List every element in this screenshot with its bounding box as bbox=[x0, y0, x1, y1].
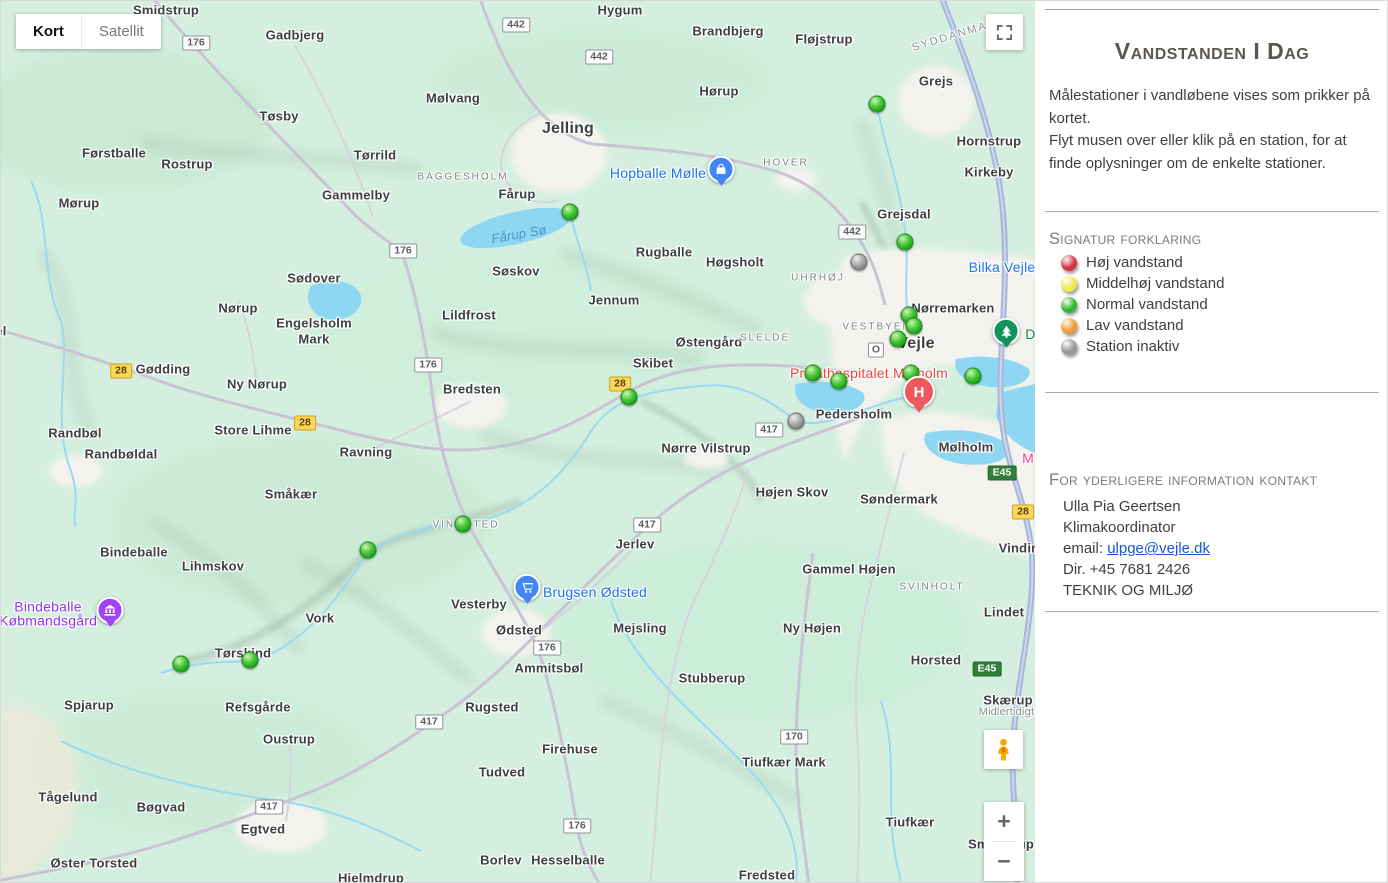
legend-list: Høj vandstand Middelhøj vandstand Normal… bbox=[1049, 255, 1375, 355]
legend-dot-icon bbox=[1061, 339, 1077, 355]
legend-item: Normal vandstand bbox=[1061, 297, 1375, 313]
legend-dot-icon bbox=[1061, 297, 1077, 313]
contact-name: Ulla Pia Geertsen bbox=[1063, 496, 1375, 517]
shopping-cart-icon bbox=[521, 581, 533, 593]
station-marker[interactable] bbox=[805, 365, 822, 382]
map-type-kort-button[interactable]: Kort bbox=[16, 14, 81, 49]
hospital-pin[interactable]: H bbox=[903, 376, 935, 408]
station-marker[interactable] bbox=[869, 96, 886, 113]
map-type-control: Kort Satellit bbox=[16, 14, 161, 49]
contact-email-link[interactable]: ulpge@vejle.dk bbox=[1107, 540, 1210, 557]
legend-item-label: Lav vandstand bbox=[1086, 318, 1184, 334]
legend-item: Høj vandstand bbox=[1061, 255, 1375, 271]
hospital-letter: H bbox=[914, 383, 925, 400]
zoom-control: + − bbox=[984, 802, 1024, 881]
bindeballe-koebmandsgaard-poi-pin[interactable] bbox=[97, 597, 124, 624]
contact-department: TEKNIK OG MILJØ bbox=[1063, 580, 1375, 601]
station-marker[interactable] bbox=[965, 368, 982, 385]
legend-item: Middelhøj vandstand bbox=[1061, 276, 1375, 292]
intro-text: Målestationer i vandløbene vises som pri… bbox=[1049, 85, 1375, 175]
contact-email-row: email: ulpge@vejle.dk bbox=[1063, 538, 1375, 559]
intro-line-2: Flyt musen over eller klik på en station… bbox=[1049, 130, 1375, 175]
legend-dot-icon bbox=[1061, 318, 1077, 334]
station-marker[interactable] bbox=[621, 389, 638, 406]
divider bbox=[1045, 611, 1379, 612]
museum-building-icon bbox=[105, 605, 116, 616]
legend-item: Station inaktiv bbox=[1061, 339, 1375, 355]
zoom-in-button[interactable]: + bbox=[984, 802, 1024, 841]
vandstanden-app: SmidstrupGadbjergHygumBrandbjergFløjstru… bbox=[0, 0, 1388, 883]
pegman-button[interactable] bbox=[984, 730, 1023, 769]
intro-line-1: Målestationer i vandløbene vises som pri… bbox=[1049, 85, 1375, 130]
station-marker[interactable] bbox=[455, 516, 472, 533]
contact-role: Klimakoordinator bbox=[1063, 517, 1375, 538]
divider bbox=[1045, 9, 1379, 10]
legend-heading: Signatur forklaring bbox=[1049, 230, 1375, 249]
map-canvas[interactable]: SmidstrupGadbjergHygumBrandbjergFløjstru… bbox=[1, 1, 1035, 883]
fullscreen-icon bbox=[996, 24, 1013, 41]
legend-item-label: Høj vandstand bbox=[1086, 255, 1183, 271]
contact-email-prefix: email: bbox=[1063, 540, 1107, 557]
legend-item-label: Middelhøj vandstand bbox=[1086, 276, 1224, 292]
legend-item-label: Normal vandstand bbox=[1086, 297, 1208, 313]
contact-phone: Dir. +45 7681 2426 bbox=[1063, 559, 1375, 580]
map-terrain-graphic bbox=[1, 1, 1035, 883]
dyrehave-park-pin[interactable] bbox=[993, 318, 1020, 345]
legend-dot-icon bbox=[1061, 255, 1077, 271]
legend-item-label: Station inaktiv bbox=[1086, 339, 1179, 355]
station-marker[interactable] bbox=[890, 331, 907, 348]
page-title: Vandstanden I Dag bbox=[1049, 38, 1375, 65]
station-marker[interactable] bbox=[831, 373, 848, 390]
divider bbox=[1045, 211, 1379, 212]
zoom-out-button[interactable]: − bbox=[984, 842, 1024, 881]
station-marker[interactable] bbox=[851, 254, 868, 271]
info-sidebar: Vandstanden I Dag Målestationer i vandlø… bbox=[1035, 1, 1388, 883]
contact-heading: For yderligere information kontakt bbox=[1049, 471, 1375, 490]
tree-icon bbox=[1000, 325, 1012, 337]
legend-dot-icon bbox=[1061, 276, 1077, 292]
station-marker[interactable] bbox=[242, 652, 259, 669]
station-marker[interactable] bbox=[360, 542, 377, 559]
shopping-bag-icon bbox=[716, 164, 727, 175]
station-marker[interactable] bbox=[173, 656, 190, 673]
map-type-satellit-button[interactable]: Satellit bbox=[81, 14, 161, 49]
hopballe-moelle-poi-pin[interactable] bbox=[708, 156, 735, 183]
station-marker[interactable] bbox=[897, 234, 914, 251]
station-marker[interactable] bbox=[906, 318, 923, 335]
fullscreen-button[interactable] bbox=[986, 14, 1023, 50]
station-marker[interactable] bbox=[562, 204, 579, 221]
pegman-icon bbox=[993, 738, 1014, 762]
legend-item: Lav vandstand bbox=[1061, 318, 1375, 334]
station-marker[interactable] bbox=[788, 413, 805, 430]
brugsen-oedsted-poi-pin[interactable] bbox=[514, 574, 541, 601]
